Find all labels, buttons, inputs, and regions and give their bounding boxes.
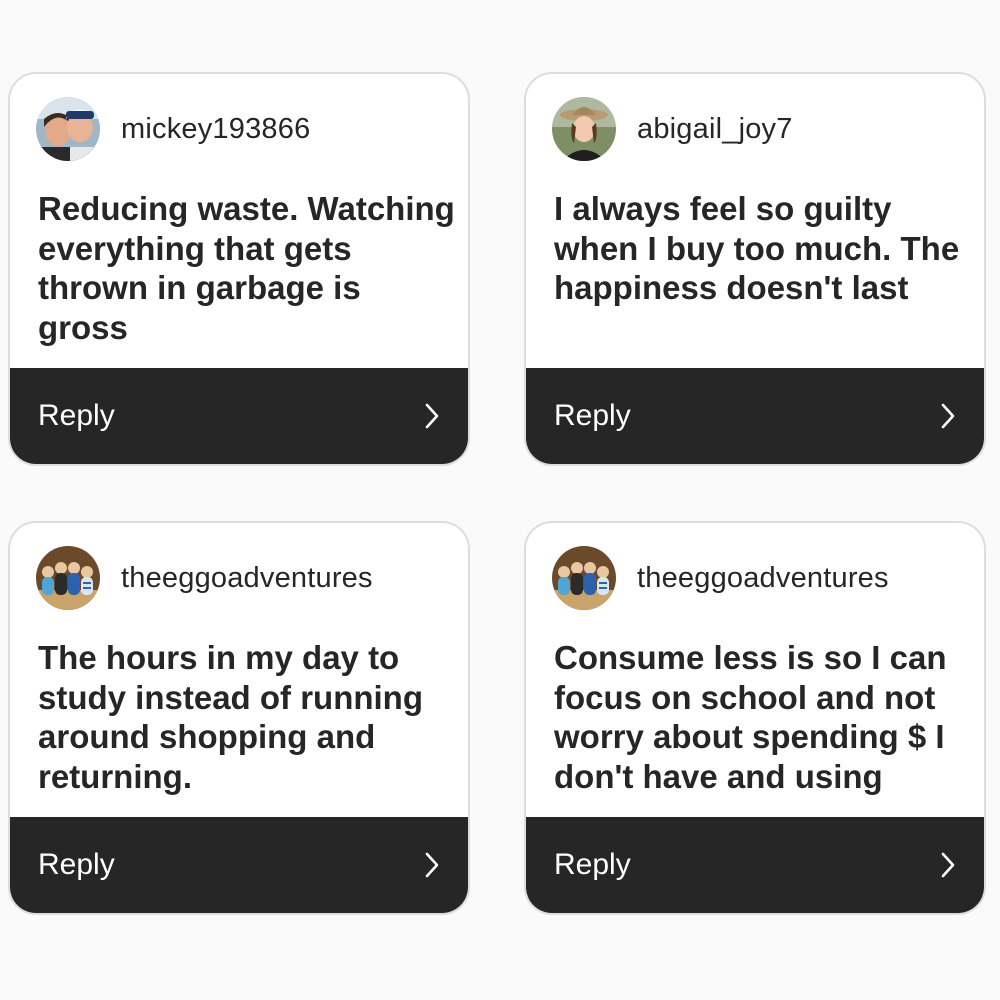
response-card: theeggoadventures Consume less is so I c… bbox=[524, 521, 986, 915]
reply-button[interactable]: Reply bbox=[10, 368, 468, 464]
card-header: mickey193866 bbox=[36, 96, 310, 162]
avatar[interactable] bbox=[552, 97, 616, 161]
chevron-right-icon bbox=[424, 402, 440, 430]
avatar[interactable] bbox=[552, 546, 616, 610]
reply-button[interactable]: Reply bbox=[526, 368, 984, 464]
response-card: abigail_joy7 I always feel so guilty whe… bbox=[524, 72, 986, 466]
reply-label: Reply bbox=[38, 399, 115, 432]
response-text: Reducing waste. Watching everything that… bbox=[38, 190, 455, 346]
reply-button[interactable]: Reply bbox=[526, 817, 984, 913]
reply-button[interactable]: Reply bbox=[10, 817, 468, 913]
username[interactable]: mickey193866 bbox=[121, 113, 310, 146]
username[interactable]: theeggoadventures bbox=[121, 562, 373, 595]
avatar[interactable] bbox=[36, 546, 100, 610]
peg-dolls-avatar-icon bbox=[36, 546, 100, 610]
response-text: I always feel so guilty when I buy too m… bbox=[554, 190, 960, 306]
response-grid: mickey193866 Reducing waste. Watching ev… bbox=[0, 0, 1000, 1000]
username[interactable]: theeggoadventures bbox=[637, 562, 889, 595]
reply-label: Reply bbox=[554, 399, 631, 432]
couple-selfie-avatar-icon bbox=[36, 97, 100, 161]
card-header: theeggoadventures bbox=[36, 545, 373, 611]
chevron-right-icon bbox=[424, 851, 440, 879]
peg-dolls-avatar-icon bbox=[552, 546, 616, 610]
card-header: theeggoadventures bbox=[552, 545, 889, 611]
response-card: theeggoadventures The hours in my day to… bbox=[8, 521, 470, 915]
chevron-right-icon bbox=[940, 402, 956, 430]
username[interactable]: abigail_joy7 bbox=[637, 113, 793, 146]
response-text: Consume less is so I can focus on school… bbox=[554, 639, 947, 795]
card-header: abigail_joy7 bbox=[552, 96, 793, 162]
chevron-right-icon bbox=[940, 851, 956, 879]
reply-label: Reply bbox=[554, 848, 631, 881]
reply-label: Reply bbox=[38, 848, 115, 881]
avatar[interactable] bbox=[36, 97, 100, 161]
response-card: mickey193866 Reducing waste. Watching ev… bbox=[8, 72, 470, 466]
woman-in-hat-avatar-icon bbox=[552, 97, 616, 161]
response-text: The hours in my day to study instead of … bbox=[38, 639, 423, 795]
